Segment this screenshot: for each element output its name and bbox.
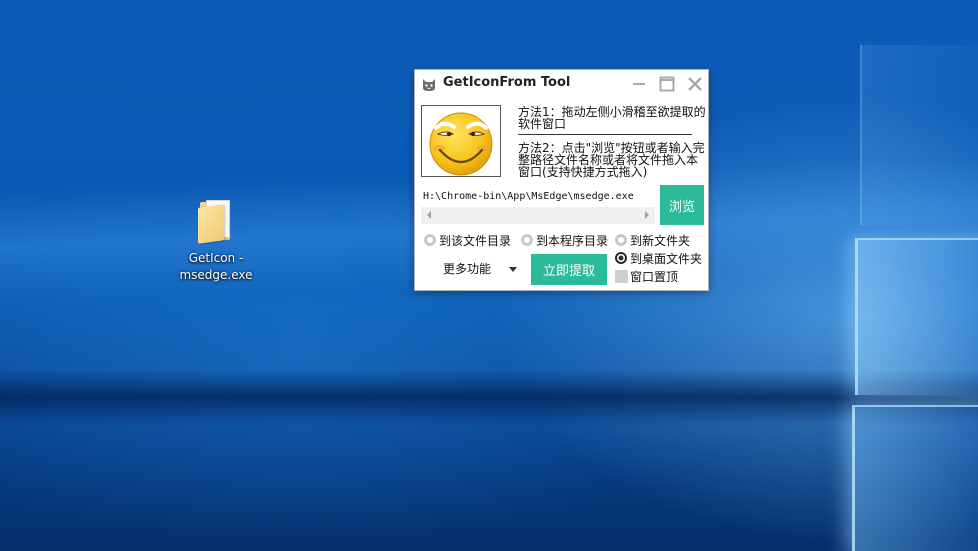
radio-label: 到该文件目录: [439, 234, 512, 248]
wallpaper-window-pane: [860, 45, 978, 225]
extract-now-button[interactable]: 立即提取: [531, 254, 607, 285]
desktop-shortcut-label: GetIcon -: [188, 251, 244, 265]
more-functions-label: 更多功能: [443, 262, 492, 276]
path-horizontal-scrollbar[interactable]: [421, 207, 655, 224]
desktop-shortcut-geticon[interactable]: GetIcon - msedge.exe: [172, 200, 260, 284]
close-icon: [688, 77, 702, 91]
radio-label: 到新文件夹: [630, 234, 691, 248]
maximize-icon: [659, 76, 675, 92]
window-title: GetIconFrom Tool: [443, 75, 571, 90]
scroll-right-icon[interactable]: [645, 211, 649, 219]
wallpaper-window-pane: [852, 405, 978, 551]
divider: [518, 134, 692, 135]
scroll-left-icon[interactable]: [427, 211, 431, 219]
wallpaper-window-pane: [855, 238, 978, 395]
radio-unchecked-icon: [424, 234, 436, 246]
minimize-icon: [633, 83, 645, 85]
checkbox-label: 窗口置顶: [630, 270, 679, 284]
desktop-shortcut-label: msedge.exe: [179, 268, 253, 282]
folder-icon: [198, 200, 234, 244]
caret-down-icon: [509, 267, 517, 272]
wallpaper-shadow-band: [0, 370, 978, 425]
radio-label: 到桌面文件夹: [630, 252, 703, 266]
checkbox-unchecked-icon: [615, 270, 628, 283]
method1-instructions: 方法1：拖动左侧小滑稽至欲提取的软件窗口: [518, 105, 706, 131]
radio-label: 到本程序目录: [536, 234, 609, 248]
drag-target-logo[interactable]: [421, 105, 501, 177]
radio-unchecked-icon: [615, 234, 627, 246]
title-bar[interactable]: GetIconFrom Tool: [415, 70, 708, 98]
path-input[interactable]: [421, 186, 655, 206]
cat-icon: [423, 79, 435, 91]
geticon-window: GetIconFrom Tool 方法1：拖动左侧小滑稽至欲提取的软件窗口 方法…: [414, 69, 709, 291]
browse-button[interactable]: 浏览: [660, 185, 704, 225]
method2-instructions: 方法2：点击"浏览"按钮或者输入完整路径文件名称或者将文件拖入本窗口(支持快捷方…: [518, 141, 705, 179]
minimize-button[interactable]: [629, 74, 649, 94]
close-button[interactable]: [685, 74, 705, 94]
radio-unchecked-icon: [521, 234, 533, 246]
more-functions-dropdown[interactable]: 更多功能: [443, 259, 521, 279]
smiley-face-icon: [429, 112, 493, 176]
radio-checked-icon: [615, 252, 627, 264]
maximize-button[interactable]: [657, 74, 677, 94]
